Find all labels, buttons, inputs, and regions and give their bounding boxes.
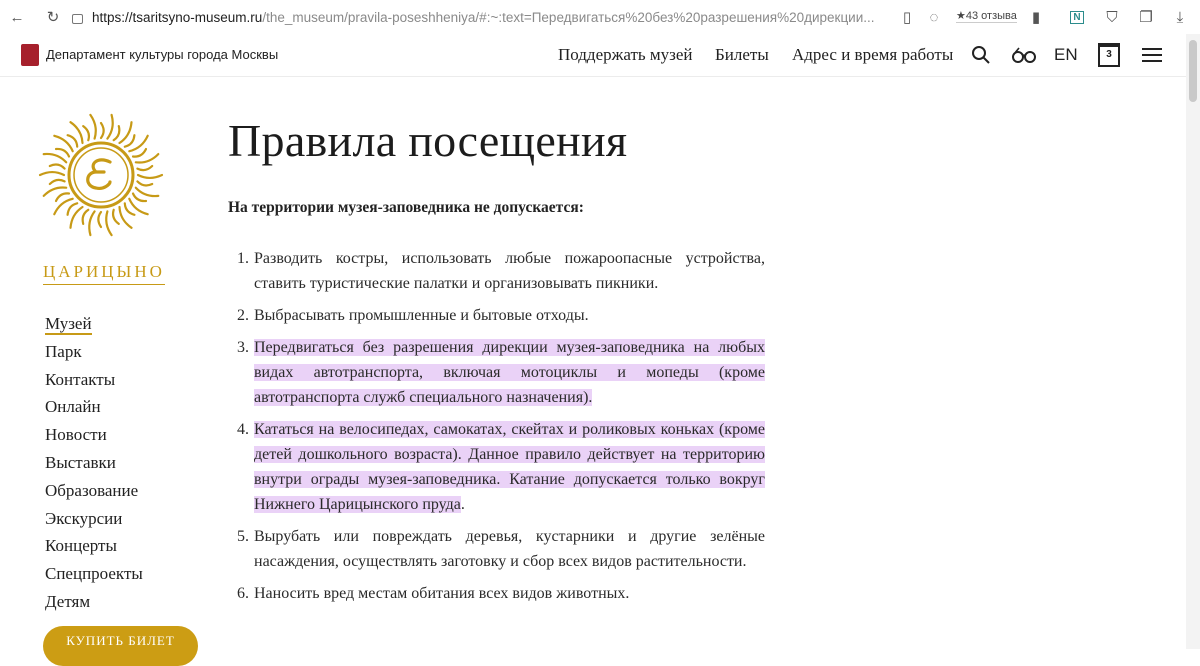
- sun-ray: [111, 208, 120, 225]
- shield-icon[interactable]: ⛉: [1103, 8, 1121, 26]
- lock-icon: [72, 14, 83, 24]
- sun-ray: [97, 210, 103, 229]
- sidebar-item-excursions[interactable]: Экскурсии: [45, 507, 143, 535]
- rule-item: 3. Передвигаться без разрешения дирекции…: [237, 335, 765, 410]
- sun-ray: [69, 121, 84, 145]
- sun-ray: [118, 121, 133, 145]
- comment-icon[interactable]: ◌: [925, 8, 943, 26]
- nav-address-hours[interactable]: Адрес и время работы: [792, 45, 953, 65]
- sidebar-nav: Музей Парк Контакты Онлайн Новости Выста…: [45, 312, 143, 618]
- url-text: https://tsaritsyno-museum.ru/the_museum/…: [92, 9, 875, 25]
- sun-ray: [99, 121, 105, 140]
- department-name[interactable]: Департамент культуры города Москвы: [46, 47, 278, 62]
- site-header: Департамент культуры города Москвы Подде…: [0, 34, 1186, 77]
- sun-ray: [136, 164, 154, 172]
- rule-number: 5.: [237, 528, 249, 545]
- reload-icon[interactable]: ↻: [44, 8, 62, 26]
- tsaritsyno-sun-logo[interactable]: [38, 112, 164, 238]
- sun-ray: [89, 113, 97, 140]
- department-logo[interactable]: [21, 44, 39, 66]
- sun-ray: [136, 173, 164, 180]
- sun-ray: [69, 205, 84, 229]
- rule-text-highlighted: Передвигаться без разрешения дирекции му…: [254, 339, 765, 406]
- scrollbar-thumb[interactable]: [1189, 40, 1197, 102]
- page-scrollbar[interactable]: [1186, 34, 1200, 649]
- rules-list: 1. Разводить костры, использовать любые …: [237, 246, 765, 613]
- browser-toolbar: ← ↻ https://tsaritsyno-museum.ru/the_mus…: [0, 0, 1200, 35]
- sun-ray: [136, 180, 154, 187]
- bookmark-icon[interactable]: ▮: [1027, 8, 1045, 26]
- reader-mode-icon[interactable]: ▯: [898, 8, 916, 26]
- rule-item: 5. Вырубать или повреждать деревья, куст…: [237, 524, 765, 574]
- sidebar-item-kids[interactable]: Детям: [45, 590, 143, 618]
- sun-ray: [134, 186, 160, 198]
- collections-icon[interactable]: ❐: [1137, 8, 1155, 26]
- rule-number: 4.: [237, 421, 249, 438]
- brand-name[interactable]: ЦАРИЦЫНО: [43, 262, 165, 285]
- rule-text: Выбрасывать промышленные и бытовые отход…: [254, 307, 589, 324]
- menu-icon[interactable]: [1140, 43, 1164, 67]
- rules-subheading: На территории музея-заповедника не допус…: [228, 199, 584, 216]
- rule-number: 6.: [237, 585, 249, 602]
- sidebar-item-concerts[interactable]: Концерты: [45, 534, 143, 562]
- rule-number: 3.: [237, 339, 249, 356]
- sun-ray: [88, 210, 96, 237]
- rule-text: Наносить вред местам обитания всех видов…: [254, 585, 630, 602]
- page-title: Правила посещения: [228, 115, 628, 166]
- rule-number: 2.: [237, 307, 249, 324]
- reviews-badge[interactable]: ★43 отзыва: [956, 9, 1017, 23]
- sidebar-item-park[interactable]: Парк: [45, 340, 143, 368]
- accessibility-glasses-icon[interactable]: [1010, 43, 1038, 67]
- sidebar-item-special-projects[interactable]: Спецпроекты: [45, 562, 143, 590]
- sun-ray: [81, 208, 90, 225]
- sun-ray: [82, 125, 91, 142]
- rule-item: 6. Наносить вред местам обитания всех ви…: [237, 581, 765, 606]
- rule-text: Вырубать или повреждать деревья, кустарн…: [254, 528, 765, 570]
- search-icon[interactable]: [969, 43, 993, 67]
- rule-number: 1.: [237, 250, 249, 267]
- sidebar-item-museum[interactable]: Музей: [45, 312, 143, 340]
- buy-ticket-button[interactable]: КУПИТЬ БИЛЕТ: [43, 626, 198, 666]
- sun-ray: [118, 205, 133, 229]
- sun-ray: [42, 152, 68, 164]
- sun-ray: [112, 125, 121, 142]
- sun-ray: [48, 163, 66, 170]
- rule-item: 4. Кататься на велосипедах, самокатах, с…: [237, 417, 765, 517]
- sidebar-item-contacts[interactable]: Контакты: [45, 368, 143, 396]
- sidebar-item-news[interactable]: Новости: [45, 423, 143, 451]
- download-icon[interactable]: ⤓: [1171, 8, 1189, 26]
- sun-ray: [48, 178, 66, 186]
- rule-item: 2. Выбрасывать промышленные и бытовые от…: [237, 303, 765, 328]
- nav-tickets[interactable]: Билеты: [715, 45, 769, 65]
- calendar-icon[interactable]: 3: [1097, 43, 1121, 67]
- rule-text-highlighted: Кататься на велосипедах, самокатах, скей…: [254, 421, 765, 513]
- back-arrow-icon[interactable]: ←: [8, 8, 26, 26]
- rule-item: 1. Разводить костры, использовать любые …: [237, 246, 765, 296]
- address-bar[interactable]: https://tsaritsyno-museum.ru/the_museum/…: [72, 5, 892, 29]
- sun-ray: [106, 113, 114, 140]
- sun-ray: [38, 170, 66, 177]
- nav-support-museum[interactable]: Поддержать музей: [558, 45, 693, 65]
- language-switch[interactable]: EN: [1054, 45, 1078, 65]
- sidebar-item-online[interactable]: Онлайн: [45, 395, 143, 423]
- sun-ray: [105, 210, 113, 237]
- sidebar-item-exhibitions[interactable]: Выставки: [45, 451, 143, 479]
- extension-icon[interactable]: N: [1068, 8, 1086, 26]
- rule-text: Разводить костры, использовать любые пож…: [254, 250, 765, 292]
- sidebar-item-education[interactable]: Образование: [45, 479, 143, 507]
